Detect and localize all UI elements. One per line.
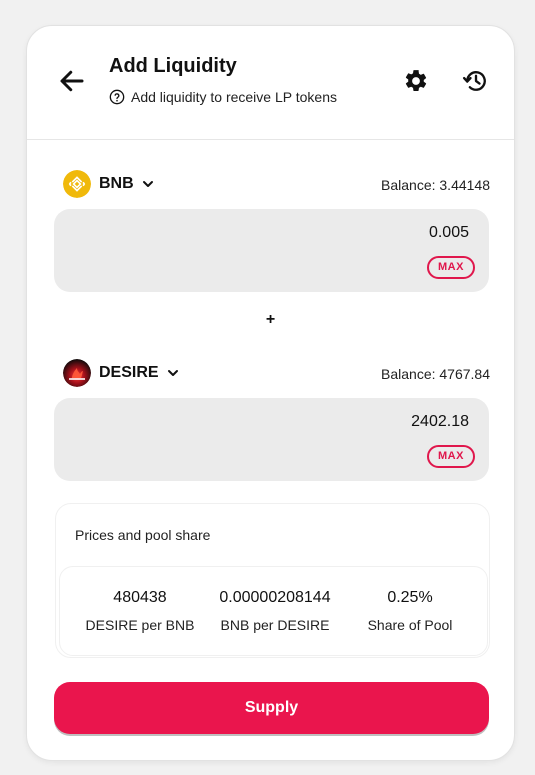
chevron-down-icon — [142, 181, 153, 187]
bnb-logo-icon — [63, 170, 91, 198]
help-circle-icon[interactable] — [109, 89, 125, 105]
prices-stats: 480438 DESIRE per BNB 0.00000208144 BNB … — [59, 566, 488, 656]
token-a-symbol: BNB — [99, 175, 134, 192]
stat-value: 480438 — [113, 589, 167, 606]
supply-button[interactable]: Supply — [54, 682, 489, 734]
stat-value: 0.25% — [387, 589, 433, 606]
subtitle-text: Add liquidity to receive LP tokens — [131, 89, 337, 105]
token-a-max-button[interactable]: MAX — [427, 256, 475, 279]
token-b-select[interactable]: DESIRE — [63, 359, 179, 387]
history-icon[interactable] — [462, 67, 490, 95]
token-b-amount-input[interactable] — [167, 412, 471, 432]
token-b-row: DESIRE Balance: 4767.84 — [63, 359, 490, 389]
add-liquidity-card: Add Liquidity Add liquidity to receive L… — [26, 25, 515, 761]
token-a-select[interactable]: BNB — [63, 170, 154, 198]
stat-label: BNB per DESIRE — [220, 617, 330, 633]
stat-bnb-per-desire: 0.00000208144 BNB per DESIRE — [205, 589, 345, 633]
page-subtitle: Add liquidity to receive LP tokens — [109, 89, 337, 105]
desire-logo-icon — [63, 359, 91, 387]
token-b-symbol: DESIRE — [99, 364, 159, 381]
token-a-row: BNB Balance: 3.44148 — [63, 170, 490, 200]
page-title: Add Liquidity — [109, 55, 237, 77]
token-a-amount-input[interactable] — [167, 223, 471, 243]
token-b-balance: Balance: 4767.84 — [381, 366, 490, 382]
prices-and-pool-share: Prices and pool share 480438 DESIRE per … — [55, 503, 490, 658]
chevron-down-icon — [167, 370, 178, 376]
stat-label: Share of Pool — [367, 617, 453, 633]
stat-label: DESIRE per BNB — [85, 617, 195, 633]
token-a-balance: Balance: 3.44148 — [381, 177, 490, 193]
stat-share-of-pool: 0.25% Share of Pool — [340, 589, 480, 633]
token-b-max-button[interactable]: MAX — [427, 445, 475, 468]
plus-icon: + — [265, 311, 276, 328]
stat-value: 0.00000208144 — [219, 589, 331, 606]
token-a-amount-box: MAX — [54, 209, 489, 292]
card-header: Add Liquidity Add liquidity to receive L… — [27, 26, 514, 140]
arrow-left-icon[interactable] — [57, 66, 87, 96]
prices-title: Prices and pool share — [75, 527, 211, 543]
stat-desire-per-bnb: 480438 DESIRE per BNB — [70, 589, 210, 633]
gear-icon[interactable] — [403, 68, 429, 94]
token-b-amount-box: MAX — [54, 398, 489, 481]
